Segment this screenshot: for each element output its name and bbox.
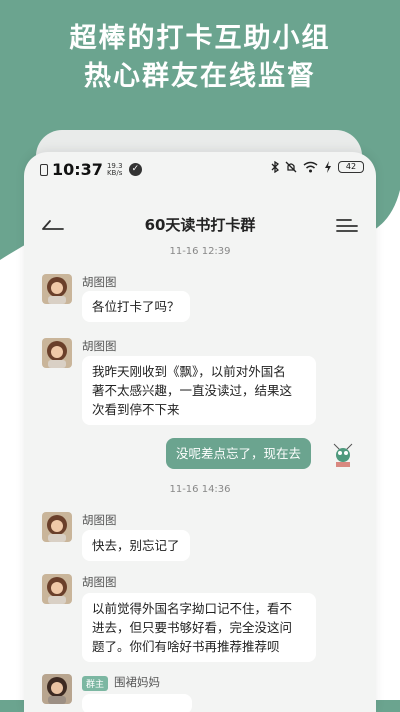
message-bubble[interactable]: 以前觉得外国名字拗口记不住，看不 进去，但只要书够好看，完全没这问 题了。你们有… xyxy=(82,593,316,662)
avatar[interactable] xyxy=(42,274,72,304)
message-line: 题了。你们有啥好书再推荐推荐呗 xyxy=(92,639,280,654)
bluetooth-icon xyxy=(271,161,279,173)
chat-title: 60天读书打卡群 xyxy=(144,216,256,234)
menu-icon[interactable] xyxy=(336,218,358,232)
status-time: 10:37 xyxy=(52,160,103,179)
avatar[interactable] xyxy=(42,338,72,368)
hero-headline: 超棒的打卡互助小组 xyxy=(69,23,331,54)
check-circle-icon: ✓ xyxy=(128,163,142,176)
message-line: 以前觉得外国名字拗口记不住，看不 xyxy=(92,601,293,616)
charging-icon xyxy=(325,161,331,173)
sender-name: 围裙妈妈 xyxy=(114,675,160,689)
message-bubble[interactable]: 我昨天刚收到《飘》，以前对外国名 著不太感兴趣，一直没读过，结果这 次看到停不下… xyxy=(82,356,316,425)
wifi-icon xyxy=(303,161,318,173)
phone-screen: 10:37 19.3 KB/s ✓ 42 60天读书打卡群 11-16 12:3… xyxy=(24,152,376,712)
chat-timestamp: 11-16 12:39 xyxy=(169,246,231,257)
hero-banner: 超棒的打卡互助小组 热心群友在线监督 xyxy=(0,0,400,150)
status-bar: 10:37 19.3 KB/s ✓ 42 xyxy=(24,152,376,186)
self-message-bubble[interactable]: 没呢差点忘了，现在去 xyxy=(166,438,312,469)
sender-name: 胡图图 xyxy=(82,275,117,289)
message-bubble[interactable]: 快去，别忘记了 xyxy=(82,530,190,561)
avatar[interactable] xyxy=(42,512,72,542)
sender-name: 胡图图 xyxy=(82,339,117,353)
message-bubble[interactable]: 各位打卡了吗？ xyxy=(82,291,190,322)
message-line: 著不太感兴趣，一直没读过，结果这 xyxy=(92,383,293,398)
network-speed-unit: KB/s xyxy=(106,168,123,177)
chat-timestamp: 11-16 14:36 xyxy=(169,484,231,495)
message-bubble[interactable] xyxy=(82,694,192,712)
self-avatar[interactable] xyxy=(328,438,358,468)
battery-icon: 42 xyxy=(338,161,364,173)
message-line: 我昨天刚收到《飘》，以前对外国名 xyxy=(92,364,286,379)
hero-subheadline: 热心群友在线监督 xyxy=(84,61,316,92)
network-speed: 19.3 KB/s xyxy=(106,162,125,177)
message-line: 次看到停不下来 xyxy=(92,402,180,417)
sender-name: 胡图图 xyxy=(82,575,117,589)
group-owner-badge: 群主 xyxy=(82,676,109,691)
sender-name: 胡图图 xyxy=(82,513,117,527)
sim-icon xyxy=(40,163,48,176)
avatar[interactable] xyxy=(42,574,72,604)
message-line: 进去，但只要书够好看，完全没这问 xyxy=(92,620,293,635)
mute-bell-icon xyxy=(285,161,297,173)
chat-header: 60天读书打卡群 xyxy=(24,208,376,240)
